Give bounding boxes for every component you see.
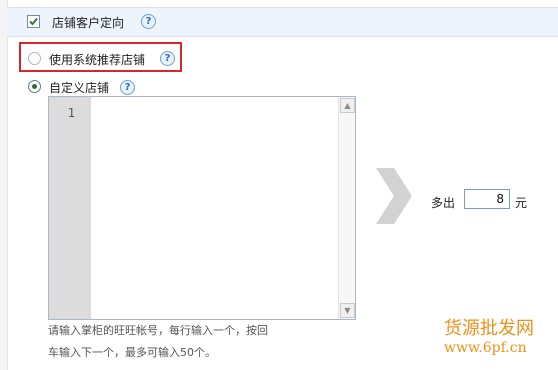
store-targeting-checkbox[interactable] [27,15,40,28]
custom-store-radio[interactable] [28,80,41,93]
watermark-url: www.6pf.cn [444,340,527,356]
store-list-editor[interactable]: 1 ▲ ▼ [48,96,356,320]
left-strip [0,0,8,370]
custom-store-label: 自定义店铺 [49,81,110,95]
input-hint-line-2: 车输入下一个，最多可输入50个。 [48,346,216,359]
check-icon [29,17,38,26]
help-icon[interactable]: ? [141,14,156,29]
line-number: 1 [67,106,75,120]
scroll-up-icon[interactable]: ▲ [340,98,355,113]
extra-unit-label: 元 [515,196,528,210]
help-icon[interactable]: ? [120,80,135,95]
scroll-down-icon[interactable]: ▼ [340,303,355,318]
input-hint-line-1: 请输入掌柜的旺旺帐号，每行输入一个，按回 [48,324,268,337]
extra-prefix-label: 多出 [431,196,456,210]
line-number-gutter: 1 [49,97,91,319]
system-recommend-radio[interactable] [28,52,41,65]
editor-scrollbar[interactable]: ▲ ▼ [338,97,355,319]
section-title: 店铺客户定向 [52,16,125,30]
extra-amount-input[interactable]: 8 [464,189,510,209]
section-header: 店铺客户定向 ? [7,7,558,37]
help-icon[interactable]: ? [160,51,175,66]
watermark-title: 货源批发网 [444,318,534,339]
system-recommend-label: 使用系统推荐店铺 [49,53,146,67]
chevron-right-icon [376,168,412,224]
